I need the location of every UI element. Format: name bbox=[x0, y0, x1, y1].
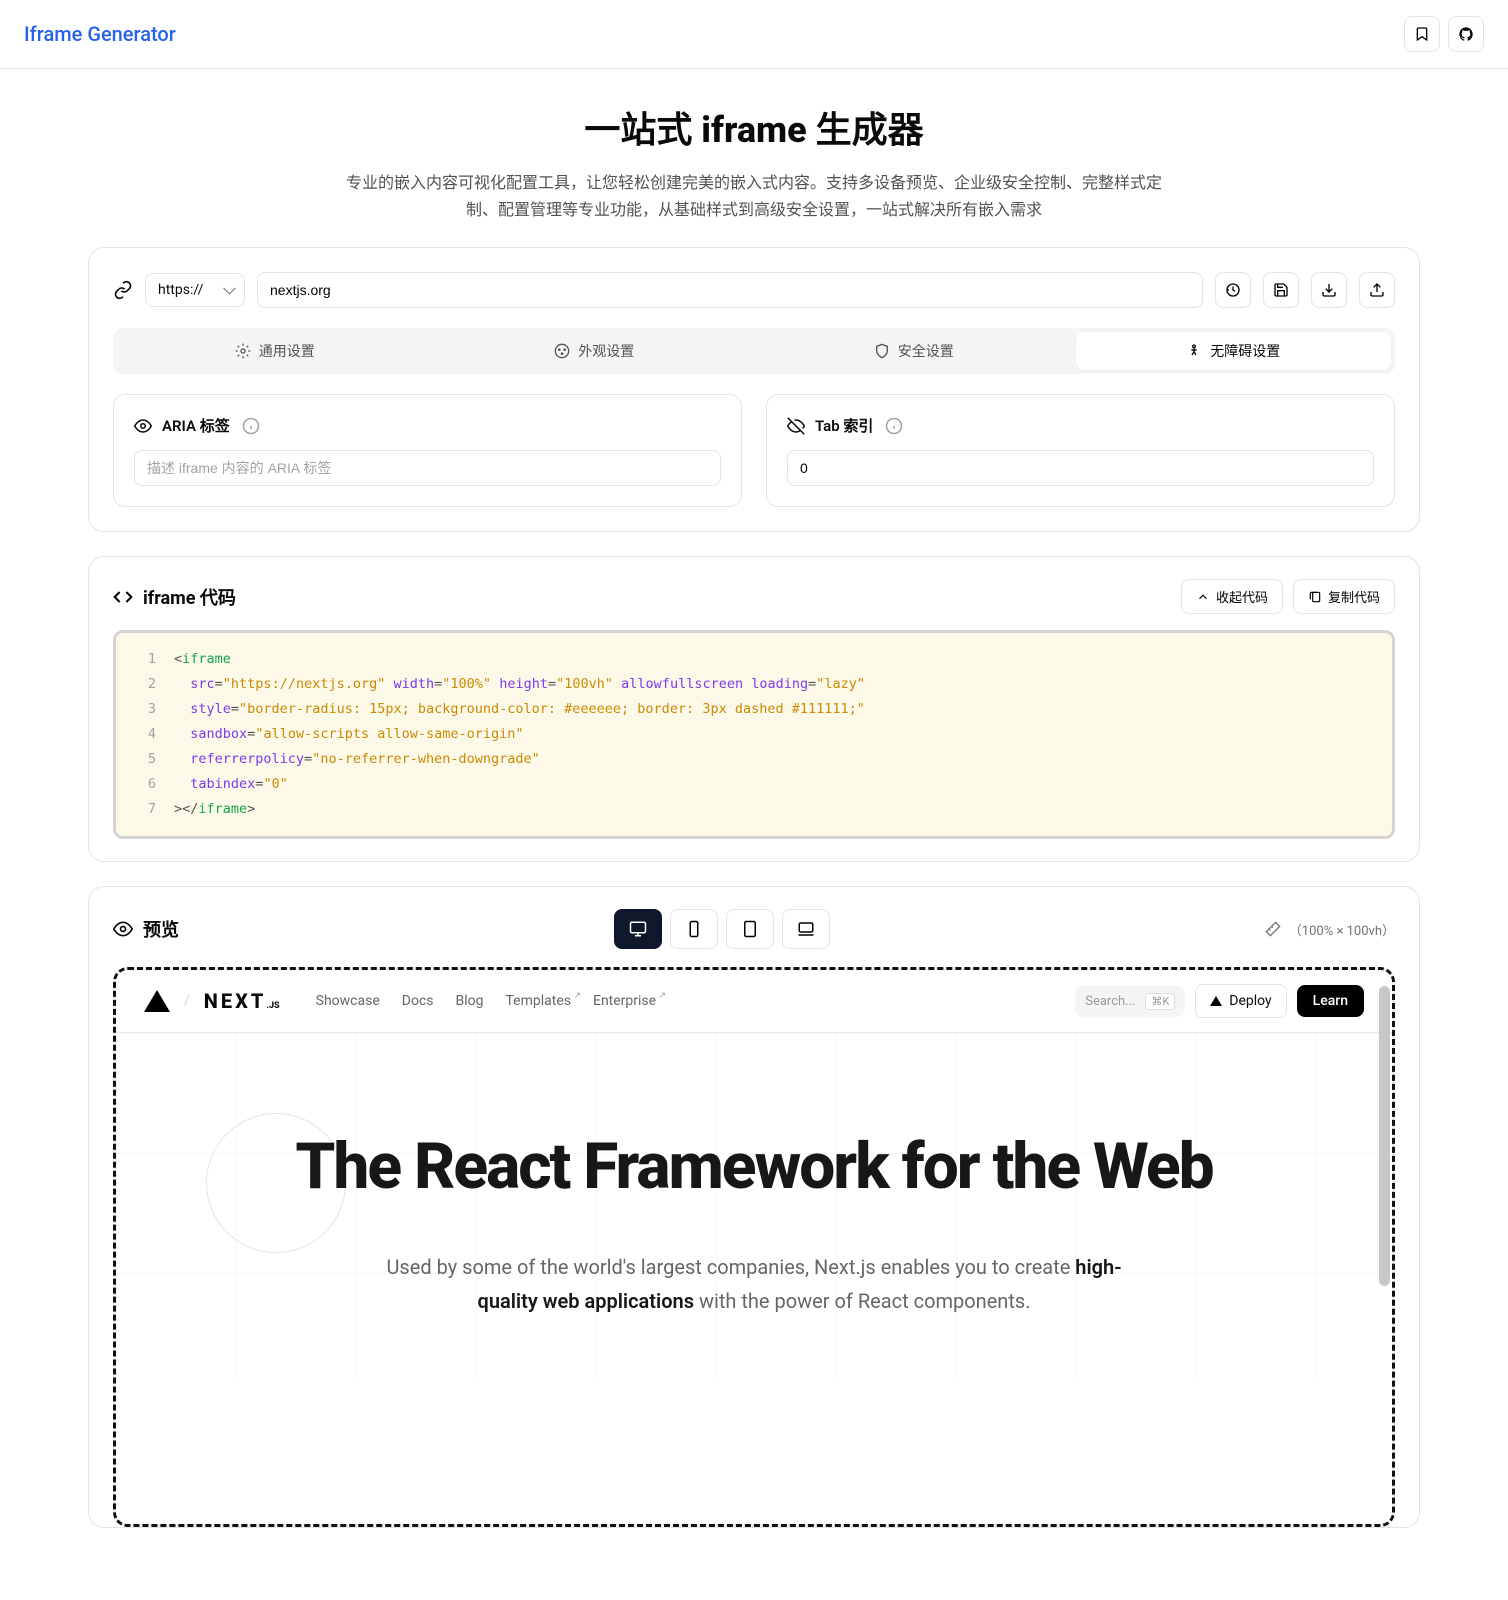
nav-enterprise[interactable]: Enterprise bbox=[593, 993, 656, 1009]
download-button[interactable] bbox=[1311, 272, 1347, 308]
bookmark-button[interactable] bbox=[1404, 16, 1440, 52]
nav-showcase[interactable]: Showcase bbox=[316, 993, 380, 1009]
device-tablet-button[interactable] bbox=[726, 909, 774, 949]
settings-tabs: 通用设置 外观设置 安全设置 无障碍设置 bbox=[113, 328, 1395, 374]
tabindex-field: Tab 索引 bbox=[766, 394, 1395, 507]
tab-security[interactable]: 安全设置 bbox=[756, 332, 1072, 370]
scrollbar-thumb[interactable] bbox=[1379, 986, 1390, 1286]
laptop-icon bbox=[797, 920, 815, 938]
preview-title-text: 预览 bbox=[143, 916, 179, 942]
device-mobile-button[interactable] bbox=[670, 909, 718, 949]
nav-blog[interactable]: Blog bbox=[456, 993, 484, 1009]
accessibility-icon bbox=[1186, 343, 1202, 359]
eye-off-icon bbox=[787, 417, 805, 435]
nextjs-nav: / NEXT.JS Showcase Docs Blog Templates E… bbox=[116, 970, 1392, 1033]
tab-general[interactable]: 通用设置 bbox=[117, 332, 433, 370]
aria-label-field: ARIA 标签 bbox=[113, 394, 742, 507]
kbd-shortcut: ⌘K bbox=[1145, 993, 1175, 1010]
brand-title[interactable]: Iframe Generator bbox=[24, 22, 176, 46]
code-title-text: iframe 代码 bbox=[143, 584, 236, 610]
upload-button[interactable] bbox=[1359, 272, 1395, 308]
github-button[interactable] bbox=[1448, 16, 1484, 52]
device-desktop-button[interactable] bbox=[614, 909, 662, 949]
config-card: https:// 通用设置 外观设置 安全设置 无障碍设置 ARIA 标签 bbox=[88, 247, 1420, 532]
tabindex-input[interactable] bbox=[787, 450, 1374, 486]
eye-icon bbox=[134, 417, 152, 435]
gear-icon bbox=[235, 343, 251, 359]
search-input[interactable]: Search...⌘K bbox=[1075, 986, 1185, 1017]
protocol-select[interactable]: https:// bbox=[145, 273, 245, 307]
save-icon bbox=[1273, 282, 1289, 298]
tab-appearance[interactable]: 外观设置 bbox=[437, 332, 753, 370]
code-icon bbox=[113, 587, 133, 607]
aria-label-title: ARIA 标签 bbox=[162, 415, 230, 436]
aria-label-input[interactable] bbox=[134, 450, 721, 486]
learn-button[interactable]: Learn bbox=[1297, 985, 1364, 1017]
history-icon bbox=[1225, 282, 1241, 298]
ruler-icon bbox=[1265, 921, 1281, 937]
palette-icon bbox=[554, 343, 570, 359]
clipboard-icon bbox=[1308, 590, 1322, 604]
collapse-code-button[interactable]: 收起代码 bbox=[1181, 579, 1283, 614]
monitor-icon bbox=[629, 920, 647, 938]
code-block[interactable]: 1<iframe 2 src="https://nextjs.org" widt… bbox=[113, 630, 1395, 839]
tabindex-title: Tab 索引 bbox=[815, 415, 873, 436]
tab-a11y[interactable]: 无障碍设置 bbox=[1076, 332, 1392, 370]
device-laptop-button[interactable] bbox=[782, 909, 830, 949]
nextjs-logo[interactable]: / NEXT.JS bbox=[144, 989, 280, 1013]
info-icon[interactable] bbox=[242, 417, 260, 435]
tablet-icon bbox=[741, 920, 759, 938]
chevron-up-icon bbox=[1196, 590, 1210, 604]
vercel-triangle-icon bbox=[144, 990, 170, 1012]
preview-frame: / NEXT.JS Showcase Docs Blog Templates E… bbox=[113, 967, 1395, 1527]
page-title: 一站式 iframe 生成器 bbox=[88, 101, 1420, 153]
deploy-button[interactable]: Deploy bbox=[1195, 984, 1286, 1018]
upload-icon bbox=[1369, 282, 1385, 298]
download-icon bbox=[1321, 282, 1337, 298]
info-icon[interactable] bbox=[885, 417, 903, 435]
copy-code-button[interactable]: 复制代码 bbox=[1293, 579, 1395, 614]
link-icon bbox=[113, 280, 133, 300]
url-input[interactable] bbox=[257, 272, 1203, 308]
bookmark-icon bbox=[1414, 26, 1430, 42]
reset-button[interactable] bbox=[1215, 272, 1251, 308]
nav-templates[interactable]: Templates bbox=[505, 993, 571, 1009]
preview-card: 预览 （100% × 100vh） / NEXT.JS bbox=[88, 886, 1420, 1528]
nav-docs[interactable]: Docs bbox=[402, 993, 434, 1009]
eye-icon bbox=[113, 919, 133, 939]
code-card: iframe 代码 收起代码 复制代码 1<iframe 2 src="http… bbox=[88, 556, 1420, 862]
page-subtitle: 专业的嵌入内容可视化配置工具，让您轻松创建完美的嵌入式内容。支持多设备预览、企业… bbox=[344, 169, 1164, 223]
nextjs-hero-title: The React Framework for the Web bbox=[156, 1133, 1352, 1200]
mobile-icon bbox=[685, 920, 703, 938]
shield-icon bbox=[874, 343, 890, 359]
preview-dimensions: （100% × 100vh） bbox=[1289, 920, 1395, 939]
github-icon bbox=[1458, 26, 1474, 42]
nextjs-hero-sub: Used by some of the world's largest comp… bbox=[374, 1250, 1134, 1318]
save-button[interactable] bbox=[1263, 272, 1299, 308]
triangle-icon bbox=[1210, 996, 1222, 1006]
